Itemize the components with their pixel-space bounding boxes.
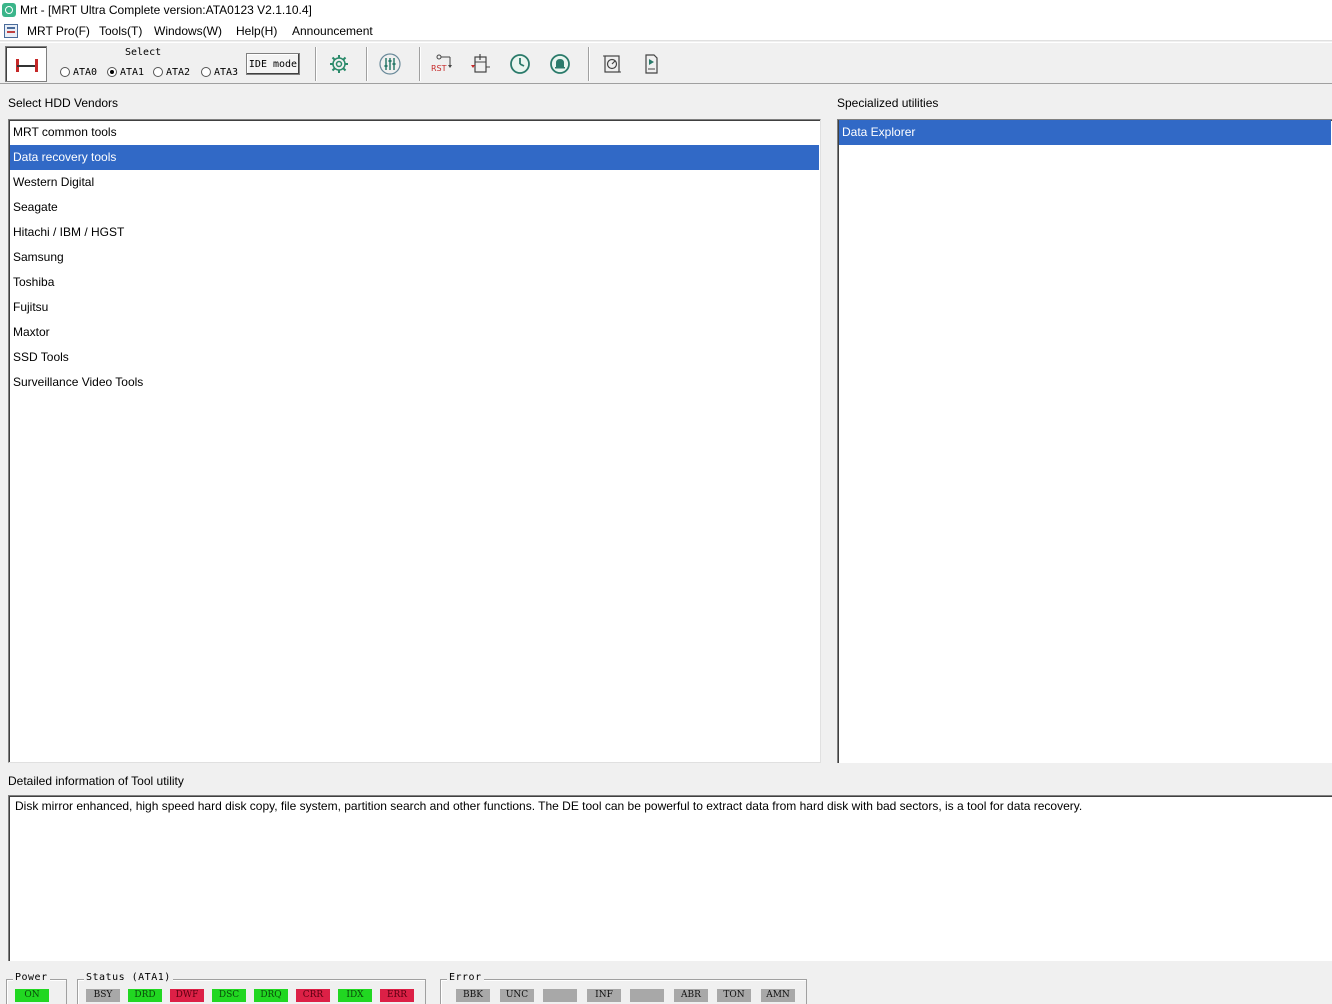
utilities-list[interactable]: Data Explorer: [837, 119, 1332, 763]
toolbar-separator: [419, 47, 421, 81]
menu-tools[interactable]: Tools(T): [99, 24, 142, 38]
error-led-blank: [630, 989, 664, 1002]
list-item[interactable]: Samsung: [10, 245, 819, 270]
radio-ata2[interactable]: ATA2: [153, 65, 190, 79]
menu-mrt-pro[interactable]: MRT Pro(F): [27, 24, 90, 38]
status-led-dsc: DSC: [212, 989, 246, 1002]
power-group: Power ON: [6, 972, 67, 1004]
list-item[interactable]: Toshiba: [10, 270, 819, 295]
ide-mode-button[interactable]: IDE mode: [246, 53, 300, 75]
menu-windows[interactable]: Windows(W): [154, 24, 222, 38]
status-led-idx: IDX: [338, 989, 372, 1002]
disconnect-button[interactable]: [5, 46, 47, 82]
vendors-heading: Select HDD Vendors: [8, 96, 119, 110]
radio-ata0[interactable]: ATA0: [60, 65, 97, 79]
settings-gear-icon[interactable]: [327, 52, 351, 76]
error-group: Error BBK UNC INF ABR TON AMN: [440, 972, 807, 1004]
select-label: Select: [125, 47, 162, 58]
radio-label: ATA2: [166, 66, 191, 78]
window-title: Mrt - [MRT Ultra Complete version:ATA012…: [20, 3, 312, 17]
vendor-list[interactable]: MRT common tools Data recovery tools Wes…: [8, 119, 821, 763]
title-bar: Mrt - [MRT Ultra Complete version:ATA012…: [0, 0, 1332, 21]
error-group-label: Error: [447, 972, 484, 983]
status-led-dwf: DWF: [170, 989, 204, 1002]
disk-scan-icon[interactable]: [600, 52, 624, 76]
menu-help[interactable]: Help(H): [236, 24, 277, 38]
error-led-blank: [543, 989, 577, 1002]
error-led-unc: UNC: [500, 989, 534, 1002]
bell-icon[interactable]: [548, 52, 572, 76]
power-group-label: Power: [13, 972, 50, 983]
status-group: Status (ATA1) BSY DRD DWF DSC DRQ CRR ID…: [77, 972, 426, 1004]
toolbar-separator: [366, 47, 368, 81]
toolbar-separator: [588, 47, 590, 81]
play-device-icon[interactable]: [639, 52, 663, 76]
list-item[interactable]: Seagate: [10, 195, 819, 220]
detail-textbox[interactable]: Disk mirror enhanced, high speed hard di…: [8, 795, 1332, 961]
status-led-drq: DRQ: [254, 989, 288, 1002]
list-item[interactable]: Data recovery tools: [10, 145, 819, 170]
error-led-bbk: BBK: [456, 989, 490, 1002]
status-group-label: Status (ATA1): [84, 972, 173, 983]
list-item[interactable]: Western Digital: [10, 170, 819, 195]
toolbar-separator: [315, 47, 317, 81]
radio-circle-icon: [60, 67, 70, 77]
error-led-ton: TON: [717, 989, 751, 1002]
menu-bar: MRT Pro(F) Tools(T) Windows(W) Help(H) A…: [0, 21, 1332, 41]
document-icon[interactable]: [4, 24, 18, 38]
radio-circle-checked-icon: [107, 67, 117, 77]
list-item[interactable]: Fujitsu: [10, 295, 819, 320]
list-item[interactable]: SSD Tools: [10, 345, 819, 370]
list-item[interactable]: MRT common tools: [10, 120, 819, 145]
menu-announcement[interactable]: Announcement: [292, 24, 373, 38]
error-led-amn: AMN: [761, 989, 795, 1002]
status-led-bsy: BSY: [86, 989, 120, 1002]
radio-label: ATA0: [73, 66, 98, 78]
reset-icon[interactable]: RST: [430, 52, 454, 76]
list-item[interactable]: Surveillance Video Tools: [10, 370, 819, 395]
equalizer-icon[interactable]: [378, 52, 402, 76]
power-led: ON: [15, 989, 49, 1002]
list-item[interactable]: Data Explorer: [839, 120, 1331, 145]
status-led-err: ERR: [380, 989, 414, 1002]
toolbar: Select ATA0 ATA1 ATA2 ATA3 IDE mode RST: [0, 42, 1332, 84]
radio-circle-icon: [153, 67, 163, 77]
radio-label: ATA3: [214, 66, 239, 78]
list-item[interactable]: Maxtor: [10, 320, 819, 345]
app-icon: [2, 3, 16, 17]
status-led-drd: DRD: [128, 989, 162, 1002]
detail-heading: Detailed information of Tool utility: [8, 774, 184, 788]
error-led-abr: ABR: [674, 989, 708, 1002]
rst-label: RST: [431, 64, 447, 73]
detail-text: Disk mirror enhanced, high speed hard di…: [15, 799, 1083, 813]
power-cycle-icon[interactable]: [469, 52, 493, 76]
radio-label: ATA1: [120, 66, 145, 78]
list-item[interactable]: Hitachi / IBM / HGST: [10, 220, 819, 245]
error-led-inf: INF: [587, 989, 621, 1002]
status-led-crr: CRR: [296, 989, 330, 1002]
radio-ata3[interactable]: ATA3: [201, 65, 238, 79]
radio-circle-icon: [201, 67, 211, 77]
utilities-heading: Specialized utilities: [837, 96, 939, 110]
clock-icon[interactable]: [508, 52, 532, 76]
radio-ata1[interactable]: ATA1: [107, 65, 144, 79]
